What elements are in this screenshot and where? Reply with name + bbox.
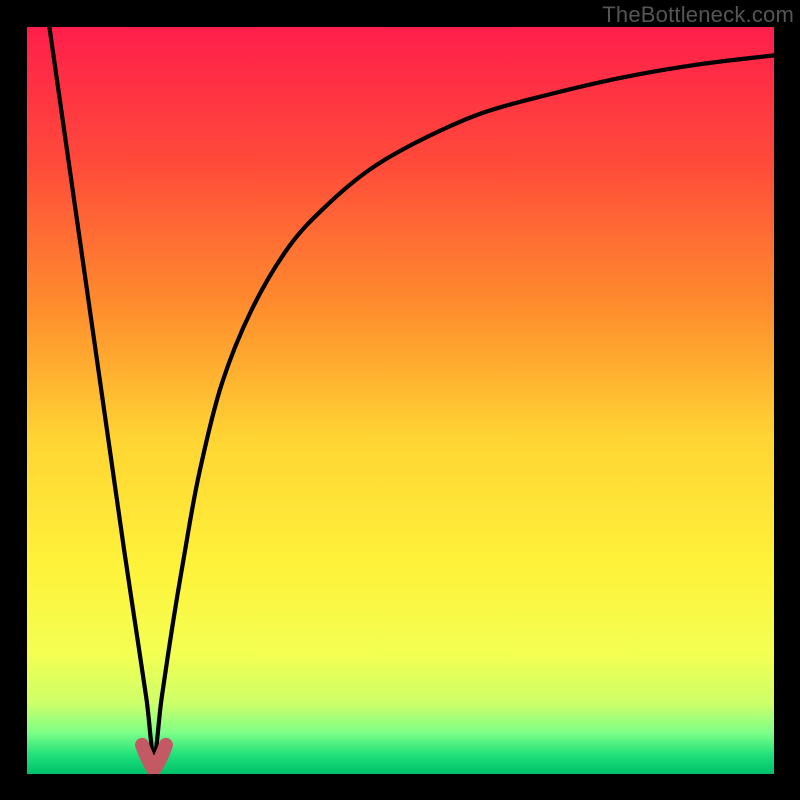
- chart-svg: [0, 0, 800, 800]
- chart-container: TheBottleneck.com: [0, 0, 800, 800]
- plot-area: [27, 27, 774, 774]
- watermark-text: TheBottleneck.com: [602, 2, 794, 28]
